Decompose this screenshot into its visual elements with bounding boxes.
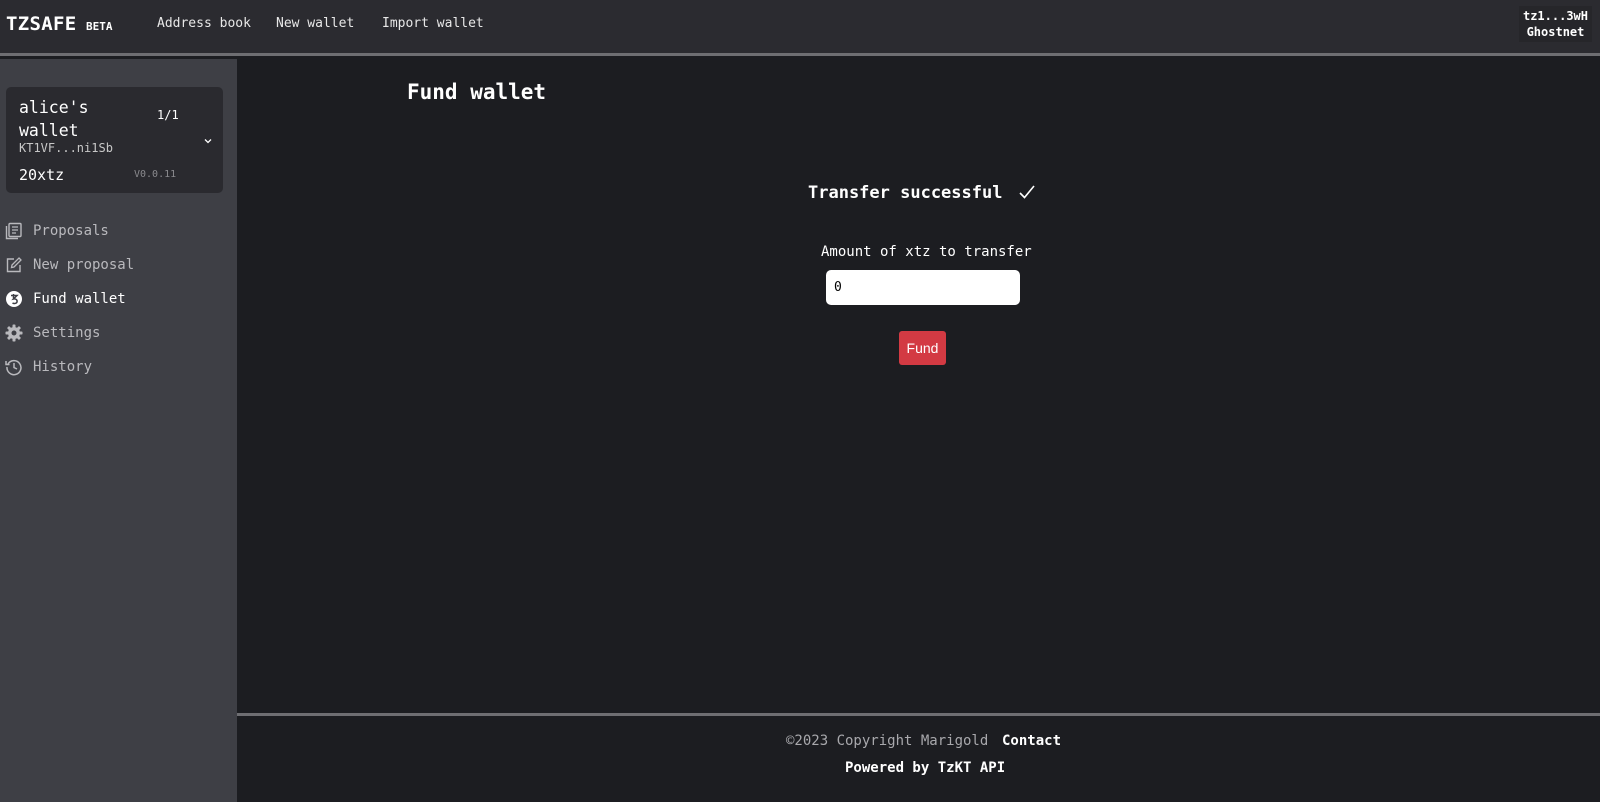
copyright-text: ©2023 Copyright Marigold [786,733,989,749]
footer: ©2023 Copyright Marigold Contact Powered… [237,713,1600,802]
account-address: tz1...3wH [1522,9,1588,23]
sidebar-item-proposals[interactable]: Proposals [0,218,237,246]
amount-label: Amount of xtz to transfer [821,244,1032,260]
transfer-status: Transfer successful [808,183,1003,203]
nav-address-book[interactable]: Address book [157,16,251,31]
brand-logo[interactable]: TZSAFE [6,13,76,35]
sidebar-item-fund-wallet[interactable]: Fund wallet [0,286,237,314]
nav-import-wallet[interactable]: Import wallet [382,16,484,31]
chevron-down-icon[interactable] [202,135,214,147]
sidebar-item-label: History [33,359,93,375]
checkmark-icon [1019,185,1035,199]
account-button[interactable]: tz1...3wH Ghostnet [1518,6,1592,42]
edit-icon [6,257,22,273]
tezos-coin-icon [6,291,22,307]
sidebar-item-settings[interactable]: Settings [0,320,237,348]
nav-new-wallet[interactable]: New wallet [276,16,354,31]
powered-by-text: Powered by TzKT API [845,760,1006,776]
fund-button[interactable]: Fund [899,331,946,365]
sidebar-item-label: Fund wallet [33,291,126,307]
wallet-selector[interactable]: alice's wallet 1/1 KT1VF...ni1Sb 20xtz V… [6,87,223,193]
wallet-version: V0.0.11 [134,169,177,180]
page-title: Fund wallet [407,80,547,104]
history-icon [5,359,22,376]
amount-input[interactable] [826,270,1020,305]
sidebar: alice's wallet 1/1 KT1VF...ni1Sb 20xtz V… [0,59,237,802]
sidebar-item-new-proposal[interactable]: New proposal [0,252,237,280]
proposals-icon [5,222,22,240]
wallet-address: KT1VF...ni1Sb [19,141,113,155]
contact-link[interactable]: Contact [1002,733,1061,749]
sidebar-item-label: Proposals [33,223,109,239]
top-bar: TZSAFE BETA Address book New wallet Impo… [0,0,1600,56]
sidebar-item-label: Settings [33,325,101,341]
sidebar-item-label: New proposal [33,257,135,273]
wallet-name: alice's wallet [19,98,89,140]
gear-icon [5,324,23,342]
beta-badge: BETA [86,20,113,33]
wallet-balance: 20xtz [19,166,65,184]
sidebar-item-history[interactable]: History [0,354,237,382]
network-name: Ghostnet [1526,25,1585,39]
wallet-threshold: 1/1 [157,108,179,122]
